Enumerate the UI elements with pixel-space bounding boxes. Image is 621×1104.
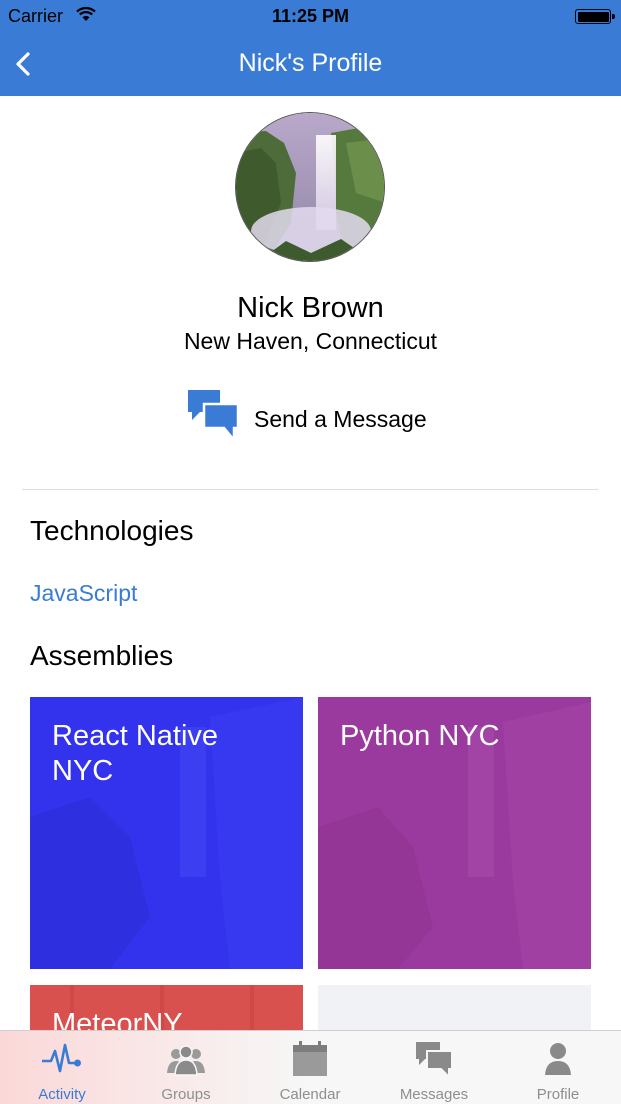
assembly-name: Python NYC	[340, 720, 500, 752]
assembly-tile-meteorny[interactable]: MeteorNY	[30, 985, 303, 1030]
tab-label: Calendar	[279, 1086, 341, 1103]
tab-groups[interactable]: Groups	[124, 1031, 248, 1104]
tab-profile[interactable]: Profile	[496, 1031, 620, 1104]
tab-calendar[interactable]: Calendar	[248, 1031, 372, 1104]
assemblies-heading: Assemblies	[30, 640, 174, 671]
tab-activity[interactable]: Activity	[0, 1031, 124, 1104]
technologies-heading: Technologies	[30, 515, 194, 546]
profile-location: New Haven, Connecticut	[183, 328, 438, 354]
tab-label: Activity	[38, 1086, 86, 1103]
assembly-tile-python-nyc[interactable]: Python NYC	[318, 697, 591, 969]
divider	[22, 489, 598, 490]
activity-icon	[42, 1043, 81, 1073]
assembly-tile-empty[interactable]	[318, 985, 591, 1030]
groups-icon	[167, 1045, 205, 1076]
battery-icon	[575, 9, 615, 24]
assembly-name: React Native NYC	[52, 720, 219, 787]
send-message-label: Send a Message	[254, 406, 427, 432]
tab-messages[interactable]: Messages	[372, 1031, 496, 1104]
chat-bubbles-icon	[188, 390, 240, 444]
status-bar: Carrier 11:25 PM	[0, 0, 621, 32]
send-message-button[interactable]: Send a Message	[186, 388, 446, 444]
calendar-icon	[293, 1041, 327, 1076]
nav-bar: Nick's Profile	[0, 32, 621, 96]
tab-bar: Activity Groups Calendar Messages Profil…	[0, 1030, 621, 1104]
tab-label: Profile	[536, 1086, 580, 1103]
messages-icon	[416, 1042, 453, 1077]
technology-link-javascript[interactable]: JavaScript	[30, 580, 137, 607]
assembly-name: MeteorNY	[52, 1008, 183, 1030]
tab-label: Messages	[399, 1086, 469, 1103]
page-title: Nick's Profile	[238, 49, 383, 77]
assembly-tile-react-native-nyc[interactable]: React Native NYC	[30, 697, 303, 969]
tab-label: Groups	[161, 1086, 211, 1103]
profile-name: Nick Brown	[237, 292, 384, 324]
status-time: 11:25 PM	[271, 6, 350, 26]
profile-icon	[545, 1043, 571, 1075]
avatar	[235, 112, 385, 262]
